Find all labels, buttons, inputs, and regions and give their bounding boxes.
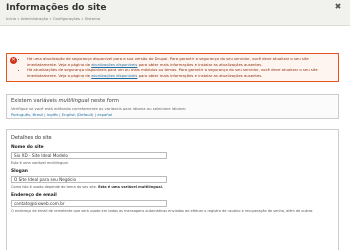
site-details-fieldset: Detalhes do site Nome do site Esta é uma… [6, 129, 339, 250]
slogan-input[interactable] [11, 176, 167, 183]
language-link-pt-br[interactable]: Português, Brasil [11, 112, 43, 117]
multilingual-title: Existem variáveis multilingual neste for… [11, 98, 119, 104]
breadcrumb-config[interactable]: Configurações [53, 16, 80, 21]
site-name-description: Esta é uma variável multilingual. [11, 161, 69, 165]
breadcrumb-home[interactable]: Início [6, 16, 16, 21]
breadcrumb-sep: » [17, 16, 20, 21]
language-link-espanol[interactable]: español [97, 112, 112, 117]
close-icon[interactable]: ✖ [333, 2, 343, 12]
multilingual-notice: Existem variáveis multilingual neste for… [6, 94, 339, 119]
site-name-input[interactable] [11, 152, 167, 159]
error-list: Há uma atualização de segurança disponív… [21, 56, 334, 78]
site-name-label: Nome do site [11, 145, 44, 150]
slogan-label: Slogan [11, 169, 28, 174]
email-input[interactable] [11, 200, 167, 207]
language-link-ingles[interactable]: Inglês [47, 112, 58, 117]
language-switcher: Português, Brasil | Inglês | English (De… [11, 112, 113, 117]
email-description: O endereço de email de remetente que ser… [11, 209, 313, 213]
page-header: Informações do site Início » Administraç… [0, 0, 350, 26]
list-item: Há uma atualização de segurança disponív… [27, 56, 334, 67]
error-icon: ✕ [10, 57, 17, 64]
slogan-description: Como isto é usado depende do tema do seu… [11, 185, 164, 189]
email-label: Endereço de email [11, 193, 57, 198]
error-message: ✕ Há uma atualização de segurança dispon… [6, 53, 339, 82]
breadcrumb-admin[interactable]: Administração [21, 16, 48, 21]
breadcrumb-sep: » [81, 16, 84, 21]
available-updates-link[interactable]: atualizações disponíveis [91, 73, 137, 78]
list-item: Há atualizações de segurança disponíveis… [27, 67, 334, 78]
page-title: Informações do site [6, 3, 107, 13]
language-link-english[interactable]: English (Default) [62, 112, 94, 117]
fieldset-legend: Detalhes do site [11, 135, 52, 141]
multilingual-description: Verifique se você está editando corretam… [11, 106, 186, 111]
breadcrumb-system[interactable]: Sistema [85, 16, 100, 21]
available-updates-link[interactable]: atualizações disponíveis [91, 62, 137, 67]
breadcrumb: Início » Administração » Configurações »… [6, 16, 344, 21]
breadcrumb-sep: » [49, 16, 52, 21]
